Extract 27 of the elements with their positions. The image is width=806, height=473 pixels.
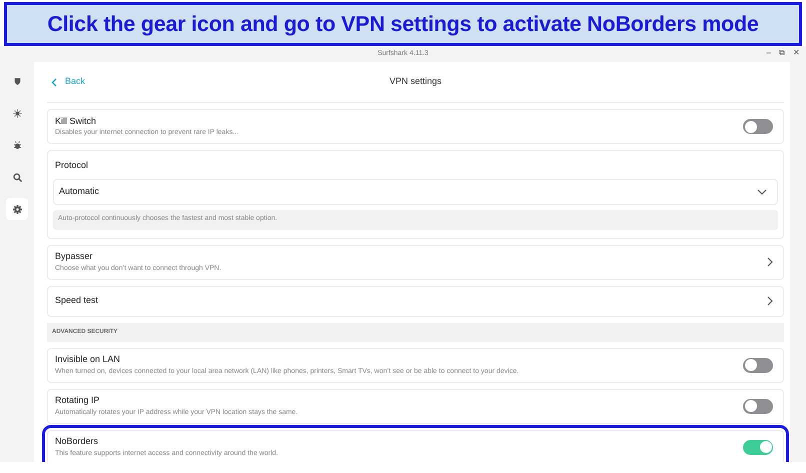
search-icon	[12, 172, 22, 182]
toggle-switch[interactable]	[743, 440, 773, 454]
setting-title: Protocol	[54, 159, 90, 172]
protocol-dropdown[interactable]: Automatic	[53, 178, 778, 204]
toggle-switch[interactable]	[743, 119, 773, 134]
toggle-switch[interactable]	[743, 398, 773, 414]
caption-text: Click the gear icon and go to VPN settings to activate NoBorders mode	[47, 10, 759, 38]
settings-icon	[12, 204, 22, 214]
setting-title: Bypasser	[55, 250, 94, 263]
chevron-right-icon	[767, 296, 773, 306]
setting-title: Speed test	[55, 294, 100, 308]
toggle-switch[interactable]	[743, 358, 773, 372]
sidebar-item[interactable]	[6, 198, 28, 220]
setting-title: Rotating IP	[55, 394, 101, 407]
restore-button[interactable]: ⧉	[779, 47, 785, 59]
sun-icon	[12, 108, 22, 118]
page-title: VPN settings	[389, 75, 442, 88]
chevron-right-icon	[767, 257, 773, 267]
setting-title: Invisible on LAN	[55, 353, 122, 366]
bug-icon	[12, 140, 22, 150]
setting-row[interactable]: Speed test	[47, 286, 784, 316]
setting-title: NoBorders	[55, 435, 100, 448]
chevron-down-icon	[757, 188, 767, 194]
close-button[interactable]: ✕	[793, 47, 800, 59]
back-chevron-icon	[51, 78, 57, 86]
setting-title: Kill Switch	[55, 114, 98, 128]
minimize-button[interactable]: –	[766, 47, 771, 59]
